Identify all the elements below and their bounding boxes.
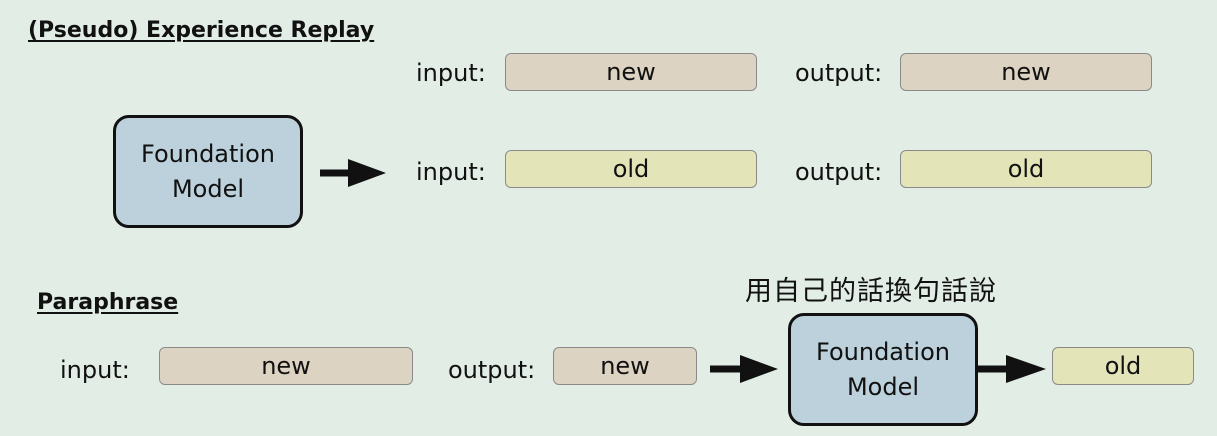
paraphrase-result-value: old bbox=[1052, 347, 1194, 385]
row2-input-value: old bbox=[505, 150, 757, 188]
paraphrase-foundation-model: Foundation Model bbox=[788, 313, 978, 426]
row2-output-label: output: bbox=[795, 158, 883, 186]
paraphrase-input-label: input: bbox=[60, 356, 130, 384]
row2-input-label: input: bbox=[416, 158, 486, 186]
paraphrase-input-value: new bbox=[159, 347, 413, 385]
row1-input-value: new bbox=[505, 53, 757, 91]
model-label-line1: Foundation bbox=[141, 139, 275, 168]
experience-replay-foundation-model: Foundation Model bbox=[113, 115, 303, 228]
row2-output-value: old bbox=[900, 150, 1152, 188]
model-label-line1: Foundation bbox=[816, 337, 950, 366]
paraphrase-output-label: output: bbox=[448, 356, 536, 384]
paraphrase-output-value: new bbox=[553, 347, 697, 385]
model-label-line2: Model bbox=[171, 174, 245, 203]
row1-output-label: output: bbox=[795, 59, 883, 87]
experience-replay-arrow-icon bbox=[320, 159, 386, 187]
paraphrase-arrow-in-icon bbox=[710, 355, 778, 383]
paraphrase-arrow-out-icon bbox=[978, 355, 1046, 383]
paraphrase-caption: 用自己的話換句話說 bbox=[745, 276, 997, 307]
row1-input-label: input: bbox=[416, 59, 486, 87]
model-label-line2: Model bbox=[846, 372, 920, 401]
row1-output-value: new bbox=[900, 53, 1152, 91]
experience-replay-heading: (Pseudo) Experience Replay bbox=[28, 18, 375, 43]
paraphrase-heading: Paraphrase bbox=[37, 290, 179, 315]
